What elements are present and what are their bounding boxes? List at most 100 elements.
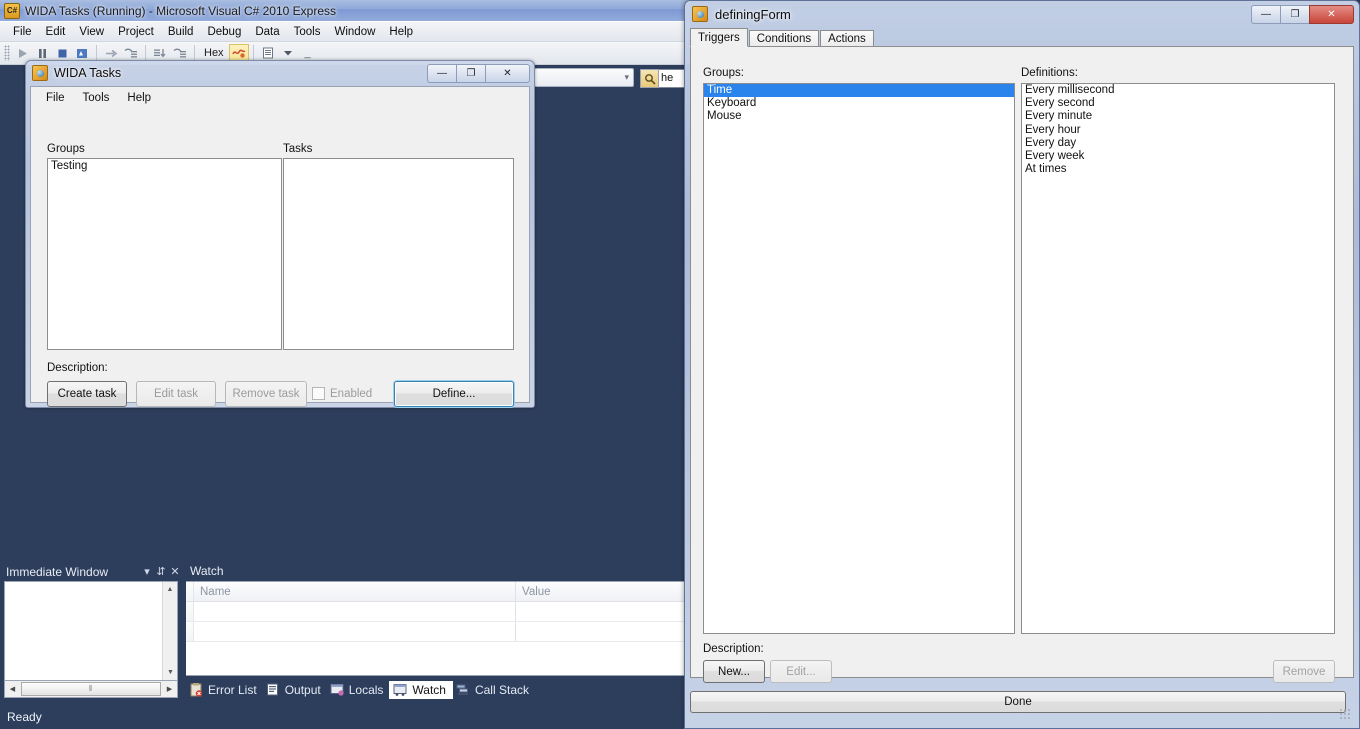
define-button[interactable]: Define... [394, 381, 514, 407]
vs-menu-build[interactable]: Build [161, 24, 201, 40]
dform-client-area: Triggers Conditions Actions Groups: Defi… [690, 28, 1354, 723]
remove-task-button: Remove task [225, 381, 307, 407]
tab-call-stack[interactable]: Call Stack [453, 682, 535, 698]
table-row[interactable] [186, 602, 685, 622]
wida-groups-list[interactable]: Testing [47, 158, 282, 350]
watch-gutter [186, 582, 194, 601]
app-icon [692, 6, 708, 22]
scroll-right-icon[interactable]: ▶ [162, 685, 177, 693]
list-item[interactable]: At times [1022, 163, 1334, 176]
wida-menu-help[interactable]: Help [118, 90, 160, 106]
maximize-button[interactable]: ❐ [1280, 5, 1309, 24]
watch-grid[interactable]: Name Value [186, 581, 686, 676]
list-item[interactable]: Every week [1022, 150, 1334, 163]
close-button[interactable]: ✕ [1309, 5, 1354, 24]
find-icon[interactable] [640, 69, 659, 88]
immediate-window-header: Immediate Window ▾ ⇵ ✕ [0, 562, 182, 581]
chevron-down-icon[interactable]: ▾ [140, 565, 154, 578]
wida-menu-file[interactable]: File [37, 90, 74, 106]
minimize-button[interactable]: — [1251, 5, 1280, 24]
create-task-button[interactable]: Create task [47, 381, 127, 407]
immediate-horizontal-scrollbar[interactable]: ◀ ⦀ ▶ [4, 681, 178, 698]
watch-cell-name[interactable] [194, 602, 516, 621]
scrollbar-thumb[interactable]: ⦀ [21, 682, 161, 696]
app-icon [32, 65, 48, 81]
tab-locals[interactable]: Locals [327, 682, 390, 698]
wida-tasks-window: WIDA Tasks — ❐ ✕ File Tools Help Groups … [25, 60, 535, 408]
vs-title-bar: C# WIDA Tasks (Running) - Microsoft Visu… [0, 0, 690, 22]
table-row[interactable] [186, 622, 685, 642]
immediate-window-panel: Immediate Window ▾ ⇵ ✕ ▲ ▼ ◀ ⦀ ▶ [0, 562, 182, 702]
watch-column-name[interactable]: Name [194, 582, 516, 601]
edit-task-button: Edit task [136, 381, 216, 407]
hex-display-label[interactable]: Hex [199, 47, 229, 59]
scroll-left-icon[interactable]: ◀ [5, 685, 20, 693]
vs-menu-tools[interactable]: Tools [287, 24, 328, 40]
close-button[interactable]: ✕ [485, 64, 530, 83]
pin-icon[interactable]: ⇵ [154, 565, 168, 578]
tab-actions[interactable]: Actions [820, 30, 874, 47]
vs-menu-data[interactable]: Data [248, 24, 286, 40]
dform-groups-list[interactable]: Time Keyboard Mouse [703, 83, 1015, 634]
tab-error-list[interactable]: Error List [186, 682, 263, 698]
dform-tab-strip: Triggers Conditions Actions [690, 28, 875, 47]
resize-grip-icon[interactable] [1339, 708, 1351, 720]
tab-watch[interactable]: Watch [389, 681, 453, 699]
watch-gutter [186, 622, 194, 641]
list-item[interactable]: Mouse [704, 110, 1014, 123]
watch-column-value[interactable]: Value [516, 582, 685, 601]
wida-description-label: Description: [47, 362, 108, 374]
wida-tasks-list[interactable] [283, 158, 514, 350]
tab-triggers[interactable]: Triggers [690, 28, 748, 47]
watch-cell-name[interactable] [194, 622, 516, 641]
maximize-button[interactable]: ❐ [456, 64, 485, 83]
immediate-vertical-scrollbar[interactable]: ▲ ▼ [162, 582, 177, 680]
toolbar-grip[interactable] [4, 45, 10, 61]
tab-conditions[interactable]: Conditions [748, 30, 820, 47]
vs-menu-project[interactable]: Project [111, 24, 161, 40]
new-button[interactable]: New... [703, 660, 765, 683]
toolbar-separator-2 [145, 45, 146, 61]
list-item[interactable]: Time [704, 84, 1014, 98]
list-item[interactable]: Every minute [1022, 110, 1334, 123]
vs-toolbar-combo[interactable]: ▾ [534, 68, 634, 87]
vs-menu-window[interactable]: Window [328, 24, 383, 40]
vs-menu-debug[interactable]: Debug [200, 24, 248, 40]
chevron-down-icon: ▾ [624, 72, 629, 82]
scroll-down-icon[interactable]: ▼ [163, 665, 178, 680]
edit-button: Edit... [770, 660, 832, 683]
remove-button: Remove [1273, 660, 1335, 683]
output-icon [266, 683, 281, 697]
vs-menu-view[interactable]: View [72, 24, 111, 40]
done-button[interactable]: Done [690, 691, 1346, 713]
list-item[interactable]: Every second [1022, 97, 1334, 110]
toolbar-separator-4 [252, 45, 254, 61]
checkbox-label: Enabled [330, 387, 373, 400]
immediate-window-content[interactable]: ▲ ▼ [4, 581, 178, 681]
vs-menu-file[interactable]: File [6, 24, 39, 40]
search-input[interactable]: he [659, 69, 685, 88]
vs-window-title: WIDA Tasks (Running) - Microsoft Visual … [25, 3, 337, 18]
debug-panel-tabs: Error List Output Locals Watch Call Stac… [186, 680, 535, 700]
wida-window-title: WIDA Tasks [54, 66, 122, 80]
list-item[interactable]: Testing [48, 159, 281, 174]
watch-cell-value[interactable] [516, 602, 685, 621]
dform-definitions-list[interactable]: Every millisecond Every second Every min… [1021, 83, 1335, 634]
watch-cell-value[interactable] [516, 622, 685, 641]
wida-menu-tools[interactable]: Tools [74, 90, 119, 106]
list-item[interactable]: Every day [1022, 137, 1334, 150]
tab-label: Call Stack [474, 683, 529, 697]
immediate-window-title: Immediate Window [6, 564, 109, 579]
tab-label: Locals [348, 683, 384, 697]
tab-output[interactable]: Output [263, 682, 327, 698]
scroll-up-icon[interactable]: ▲ [163, 582, 177, 597]
list-item[interactable]: Keyboard [704, 97, 1014, 110]
vs-menu-edit[interactable]: Edit [39, 24, 73, 40]
wida-window-controls: — ❐ ✕ [427, 64, 530, 83]
minimize-button[interactable]: — [427, 64, 456, 83]
list-item[interactable]: Every hour [1022, 124, 1334, 137]
vs-menu-help[interactable]: Help [382, 24, 420, 40]
list-item[interactable]: Every millisecond [1022, 84, 1334, 97]
close-icon[interactable]: ✕ [168, 565, 182, 578]
dform-groups-label: Groups: [703, 67, 744, 79]
